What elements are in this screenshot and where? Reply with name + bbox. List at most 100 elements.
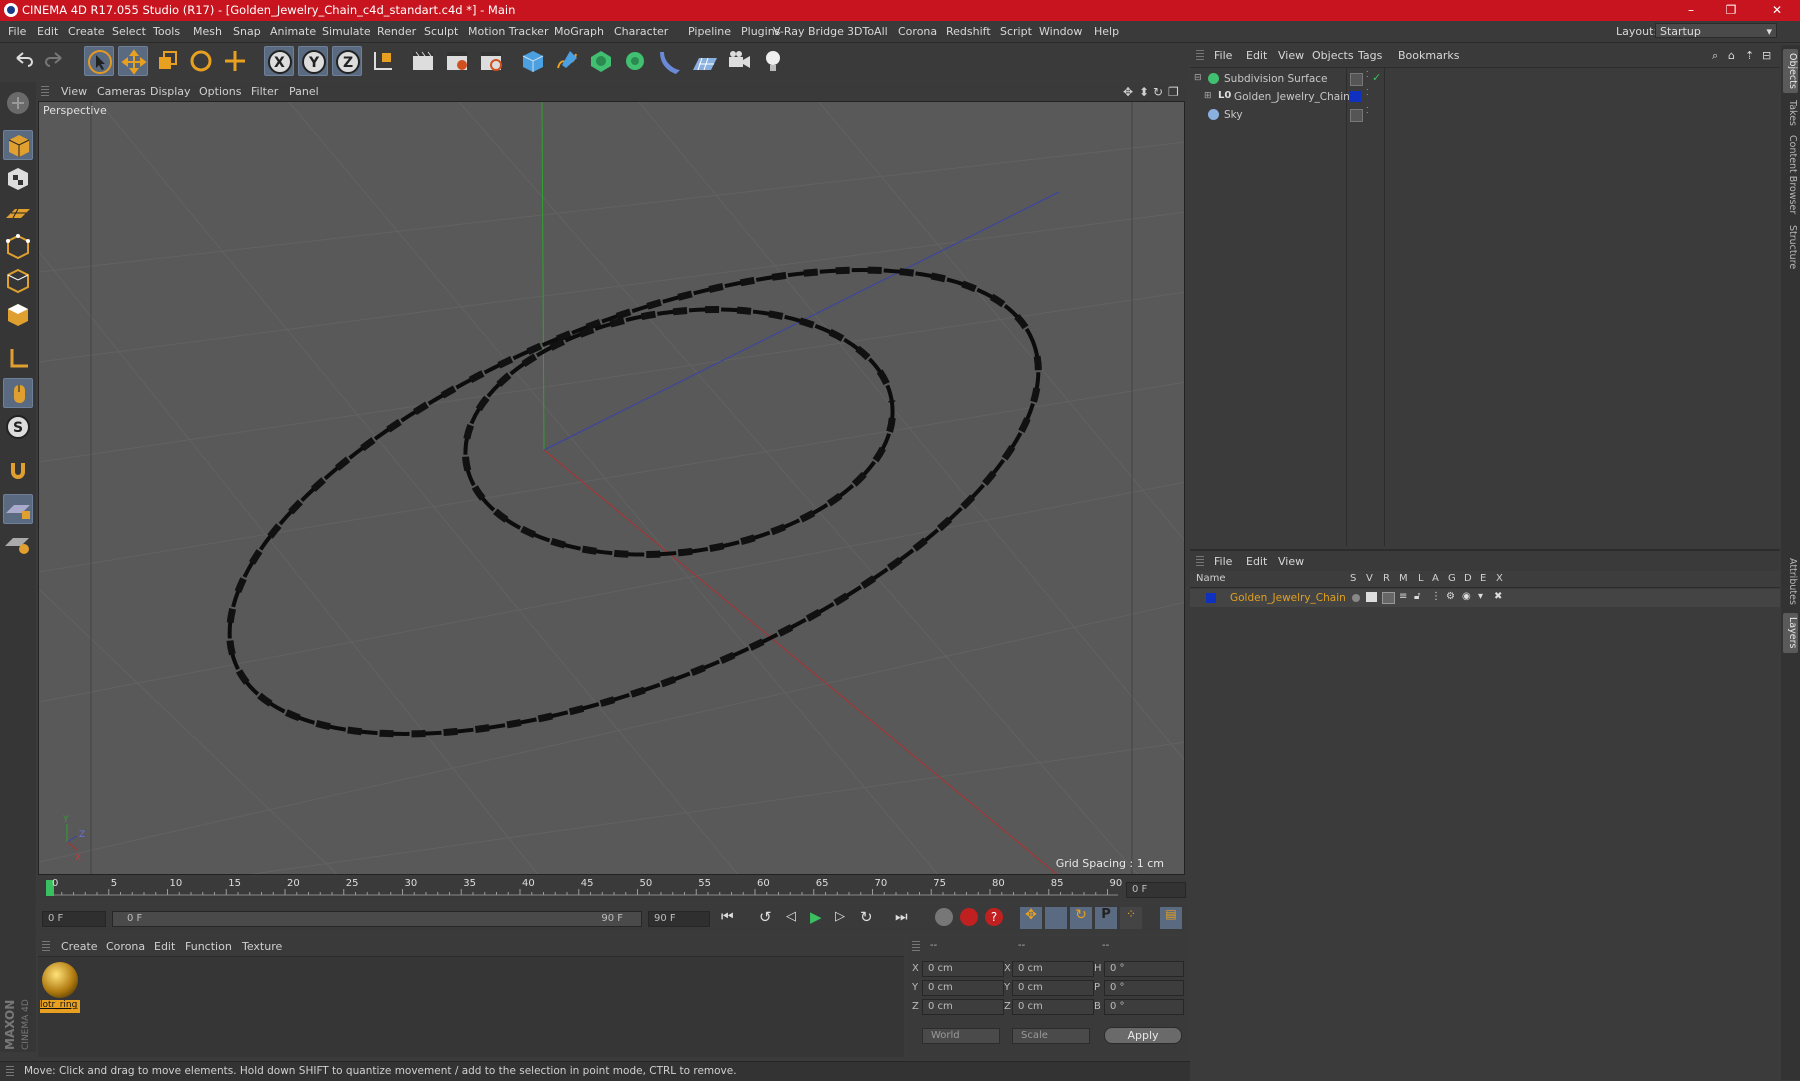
layer-color-swatch[interactable]: [1350, 91, 1361, 102]
column-view[interactable]: V: [1366, 573, 1373, 584]
layer-color-swatch[interactable]: [1206, 593, 1216, 603]
play-forward-icon[interactable]: ▶: [810, 908, 822, 926]
visibility-dots-icon[interactable]: ⁚: [1366, 106, 1369, 115]
timeline-ruler[interactable]: 0 5 10 15 20 25 30 35 40 45 50 55 60 65 70 75 80 85 90 0 F: [38, 878, 1187, 902]
viewport-maximize-icon[interactable]: ❐: [1168, 85, 1179, 99]
workplane-lock-button[interactable]: [3, 494, 33, 524]
generator-toggle-icon[interactable]: ⚙: [1446, 591, 1455, 602]
undo-button[interactable]: [8, 46, 38, 76]
position-y-field[interactable]: 0 cm: [922, 980, 1004, 996]
lock-icon[interactable]: 🔓︎: [1414, 591, 1420, 602]
tab-layers[interactable]: Layers: [1783, 613, 1798, 653]
position-z-field[interactable]: 0 cm: [922, 999, 1004, 1015]
record-disabled-icon[interactable]: [935, 908, 953, 926]
menu-motion-tracker[interactable]: Motion Tracker: [468, 25, 548, 38]
layer-name[interactable]: Golden_Jewelry_Chain: [1230, 592, 1346, 604]
menu-select[interactable]: Select: [112, 25, 146, 38]
pen-spline-button[interactable]: [552, 46, 582, 76]
next-frame-icon[interactable]: ▷: [835, 909, 845, 924]
visibility-dots-icon[interactable]: ⁚: [1366, 70, 1369, 79]
material-swatch[interactable]: lotr_ring: [40, 960, 80, 1013]
animation-toggle-icon[interactable]: ⋮: [1431, 591, 1441, 602]
workplane-mode-switch-button[interactable]: [3, 528, 33, 558]
menu-file[interactable]: File: [8, 25, 26, 38]
render-settings-button[interactable]: [476, 46, 506, 76]
render-toggle-icon[interactable]: [1382, 592, 1395, 604]
floor-button[interactable]: [690, 46, 720, 76]
menu-animate[interactable]: Animate: [270, 25, 316, 38]
tab-takes[interactable]: Takes: [1783, 97, 1798, 129]
expand-toggle-icon[interactable]: ⊞: [1204, 91, 1212, 101]
camera-button[interactable]: [724, 46, 754, 76]
object-row-sky[interactable]: Sky ⁚: [1190, 106, 1780, 124]
column-solo[interactable]: S: [1350, 573, 1356, 584]
recent-tool-button[interactable]: [220, 46, 250, 76]
panel-options-icon[interactable]: ⊟: [1762, 49, 1771, 62]
end-frame-field[interactable]: 90 F: [648, 911, 710, 927]
menu-character[interactable]: Character: [614, 25, 668, 38]
points-mode-button[interactable]: [3, 232, 33, 262]
menu-sculpt[interactable]: Sculpt: [424, 25, 458, 38]
autokey-help-icon[interactable]: ?: [985, 908, 1003, 926]
search-icon[interactable]: ⌕: [1712, 49, 1718, 63]
layer-menu-edit[interactable]: Edit: [1246, 555, 1267, 568]
viewport-dolly-icon[interactable]: ⬍: [1139, 85, 1149, 99]
rotation-b-field[interactable]: 0 °: [1104, 999, 1184, 1015]
column-xref[interactable]: X: [1496, 573, 1503, 584]
column-locked[interactable]: L: [1418, 573, 1424, 584]
viewport-menu-options[interactable]: Options: [199, 85, 241, 98]
material-menu-texture[interactable]: Texture: [242, 940, 282, 953]
menu-mesh[interactable]: Mesh: [193, 25, 222, 38]
move-tool-button[interactable]: [118, 46, 148, 76]
key-position-icon[interactable]: ✥: [1020, 907, 1042, 929]
menu-vray-bridge[interactable]: V-Ray Bridge: [773, 25, 844, 38]
column-deformers[interactable]: D: [1464, 573, 1472, 584]
layer-slot-icon[interactable]: [1350, 109, 1363, 122]
y-axis-lock-button[interactable]: Y: [298, 46, 328, 76]
z-axis-lock-button[interactable]: Z: [332, 46, 362, 76]
deformer-button[interactable]: [656, 46, 686, 76]
material-menu-function[interactable]: Function: [185, 940, 232, 953]
home-icon[interactable]: ⌂: [1728, 49, 1735, 62]
column-expressions[interactable]: E: [1480, 573, 1486, 584]
render-view-button[interactable]: [408, 46, 438, 76]
enabled-check-icon[interactable]: ✓: [1372, 71, 1381, 84]
tweak-mode-button[interactable]: [3, 378, 33, 408]
object-row-subdivision-surface[interactable]: ⊟ Subdivision Surface ⁚ ✓: [1190, 70, 1780, 88]
menu-script[interactable]: Script: [1000, 25, 1032, 38]
render-picture-viewer-button[interactable]: [442, 46, 472, 76]
object-menu-edit[interactable]: Edit: [1246, 49, 1267, 62]
menu-help[interactable]: Help: [1094, 25, 1119, 38]
layer-slot-icon[interactable]: [1350, 73, 1363, 86]
object-menu-objects[interactable]: Objects: [1312, 49, 1354, 62]
current-frame-field[interactable]: 0 F: [1126, 882, 1186, 898]
subdivision-surface-button[interactable]: [586, 46, 616, 76]
visibility-dots-icon[interactable]: ⁚: [1366, 88, 1369, 97]
tab-structure[interactable]: Structure: [1783, 221, 1798, 273]
viewport-menu-panel[interactable]: Panel: [289, 85, 319, 98]
layer-menu-file[interactable]: File: [1214, 555, 1232, 568]
record-keys-icon[interactable]: [960, 908, 978, 926]
expression-toggle-icon[interactable]: ▾: [1478, 591, 1483, 602]
deformer-toggle-icon[interactable]: ◉: [1462, 591, 1471, 602]
collapse-toggle-icon[interactable]: ⊟: [1194, 73, 1202, 83]
column-generators[interactable]: G: [1448, 573, 1456, 584]
menu-tools[interactable]: Tools: [153, 25, 180, 38]
scale-tool-button[interactable]: [152, 46, 182, 76]
column-animation[interactable]: A: [1432, 573, 1439, 584]
key-parameter-icon[interactable]: P: [1095, 907, 1117, 929]
menu-pipeline[interactable]: Pipeline: [688, 25, 731, 38]
size-z-field[interactable]: 0 cm: [1012, 999, 1094, 1015]
rotation-p-field[interactable]: 0 °: [1104, 980, 1184, 996]
manager-toggle-icon[interactable]: ≡: [1399, 591, 1407, 602]
menu-edit[interactable]: Edit: [37, 25, 58, 38]
column-name[interactable]: Name: [1196, 573, 1226, 584]
polygons-mode-button[interactable]: [3, 300, 33, 330]
go-to-end-icon[interactable]: ⏭: [895, 909, 908, 925]
edges-mode-button[interactable]: [3, 266, 33, 296]
menu-3dtoall[interactable]: 3DToAll: [847, 25, 888, 38]
tab-content-browser[interactable]: Content Browser: [1783, 135, 1798, 215]
viewport-move-icon[interactable]: ✥: [1123, 85, 1133, 99]
material-menu-create[interactable]: Create: [61, 940, 98, 953]
menu-snap[interactable]: Snap: [233, 25, 261, 38]
